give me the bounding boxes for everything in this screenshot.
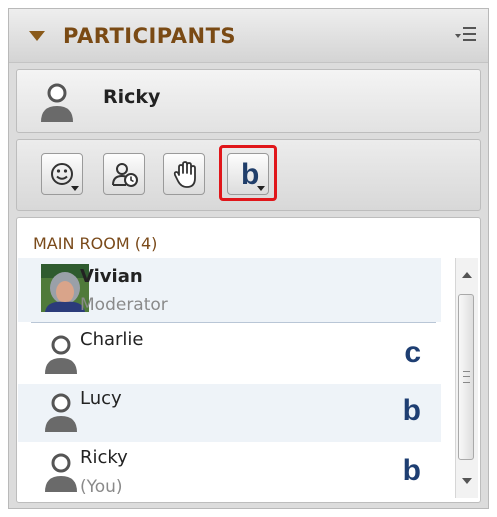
participant-list: MAIN ROOM (4) Vivian Moderator Charlie c… [16, 217, 481, 503]
participant-name: Vivian [80, 266, 143, 287]
grip-icon [463, 371, 470, 383]
participant-name: Ricky [80, 447, 128, 468]
scroll-up-arrow-icon[interactable] [462, 272, 472, 278]
person-icon [39, 82, 75, 126]
moderator-divider [31, 322, 436, 323]
person-icon [44, 334, 78, 378]
list-item-charlie[interactable]: Charlie c [18, 324, 441, 384]
panel-title: PARTICIPANTS [63, 24, 237, 48]
scroll-down-arrow-icon[interactable] [462, 478, 472, 484]
status-letter: c [404, 336, 421, 369]
collapse-triangle-icon[interactable] [29, 31, 45, 41]
participant-name: Charlie [80, 329, 144, 350]
step-away-button[interactable] [103, 153, 145, 195]
list-item-lucy[interactable]: Lucy b [18, 384, 441, 442]
dropdown-arrow-icon [257, 186, 265, 191]
participants-panel: PARTICIPANTS Ricky b MAIN ROOM (4) Vivia… [8, 8, 489, 509]
raise-hand-icon [173, 161, 196, 188]
person-icon [44, 392, 78, 436]
panel-header[interactable]: PARTICIPANTS [9, 9, 488, 63]
participant-note: (You) [80, 477, 123, 497]
dropdown-arrow-icon [71, 186, 79, 191]
raise-hand-button[interactable] [163, 153, 205, 195]
list-item-vivian[interactable]: Vivian Moderator [18, 258, 441, 322]
scrollbar-thumb[interactable] [458, 294, 474, 460]
status-letter: b [402, 454, 421, 487]
step-away-icon [112, 163, 138, 187]
participant-name: Lucy [80, 388, 122, 409]
status-b-button[interactable]: b [227, 153, 269, 195]
list-scrollbar[interactable] [455, 258, 478, 498]
list-item-ricky[interactable]: Ricky (You) b [18, 442, 441, 502]
room-header: MAIN ROOM (4) [33, 234, 158, 253]
current-user-card: Ricky [16, 69, 481, 133]
panel-options-icon[interactable] [454, 25, 478, 45]
status-letter: b [402, 394, 421, 427]
emoticon-button[interactable] [41, 153, 83, 195]
participant-role: Moderator [80, 295, 168, 315]
current-user-name: Ricky [103, 86, 161, 108]
status-toolbar: b [16, 139, 481, 211]
person-icon [44, 452, 78, 496]
